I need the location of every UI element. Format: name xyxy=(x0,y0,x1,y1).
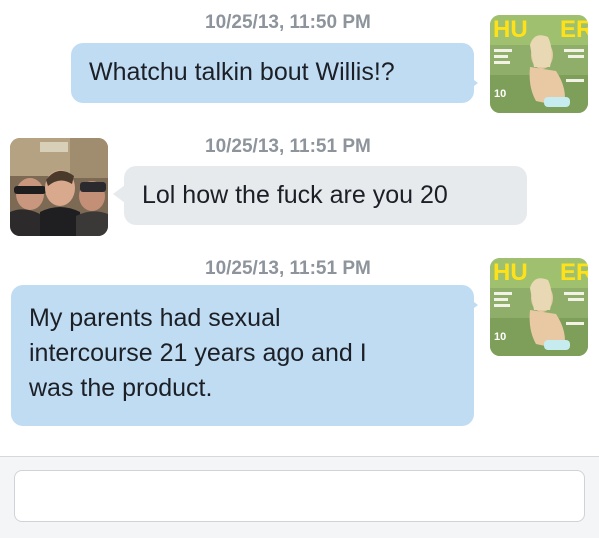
svg-text:ER: ER xyxy=(560,259,588,286)
message-text-line: intercourse 21 years ago and I xyxy=(29,339,367,367)
message-timestamp: 10/25/13, 11:50 PM xyxy=(205,12,371,33)
group-photo-image xyxy=(10,138,108,236)
sent-message-bubble[interactable]: My parents had sexual intercourse 21 yea… xyxy=(11,285,474,426)
message-timestamp: 10/25/13, 11:51 PM xyxy=(205,136,371,157)
magazine-cover-image: HU ER 10 xyxy=(490,258,588,356)
svg-text:HU: HU xyxy=(493,16,528,43)
message-timestamp: 10/25/13, 11:51 PM xyxy=(205,258,371,279)
message-text-line: My parents had sexual xyxy=(29,304,281,332)
message-input[interactable] xyxy=(14,470,585,522)
group-photo-avatar[interactable] xyxy=(10,138,108,236)
message-composer-bar xyxy=(0,456,599,538)
svg-text:ER: ER xyxy=(560,16,588,43)
message-text-line: was the product. xyxy=(29,374,213,402)
message-text: Whatchu talkin bout Willis!? xyxy=(89,58,395,86)
svg-text:10: 10 xyxy=(494,88,506,100)
svg-text:10: 10 xyxy=(494,331,506,343)
sent-message-bubble[interactable]: Whatchu talkin bout Willis!? xyxy=(71,43,474,103)
message-thread: 10/25/13, 11:50 PM Whatchu talkin bout W… xyxy=(0,0,599,456)
magazine-cover-avatar[interactable]: HU ER 10 xyxy=(490,15,588,113)
svg-text:HU: HU xyxy=(493,259,528,286)
received-message-bubble[interactable]: Lol how the fuck are you 20 xyxy=(124,166,527,225)
magazine-cover-image: HU ER 10 xyxy=(490,15,588,113)
magazine-cover-avatar[interactable]: HU ER 10 xyxy=(490,258,588,356)
message-text: Lol how the fuck are you 20 xyxy=(142,181,448,209)
